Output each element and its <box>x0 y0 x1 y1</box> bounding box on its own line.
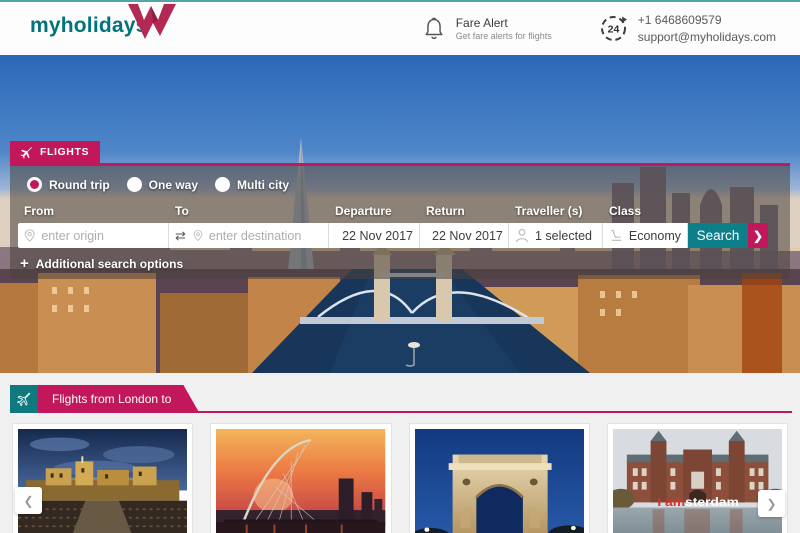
destinations-banner: Flights from London to <box>10 385 199 413</box>
travellers-label: Traveller (s) <box>515 204 583 218</box>
travellers-value: 1 selected <box>535 228 592 243</box>
search-chevron-button[interactable]: ❯ <box>748 223 768 248</box>
search-button[interactable]: Search <box>688 223 748 248</box>
carousel-prev-button[interactable]: ❮ <box>15 487 42 514</box>
destination-photo-dublin-bridge <box>216 429 386 533</box>
origin-input[interactable] <box>41 228 162 243</box>
departure-field[interactable]: 22 Nov 2017 <box>329 223 420 248</box>
destination-cards: I amsterdam <box>12 423 788 533</box>
search-panel: Round trip One way Multi city From To De… <box>10 163 790 279</box>
destination-photo-arch-of-triumph <box>414 429 584 533</box>
from-field[interactable] <box>18 223 169 248</box>
contact-info[interactable]: 24 +1 6468609579 support@myholidays.com <box>598 12 776 44</box>
radio-one-way-circle[interactable] <box>126 177 142 192</box>
hero-section: FLIGHTS Round trip One way Multi city Fr… <box>0 55 800 373</box>
radio-round-trip[interactable]: Round trip <box>27 177 110 192</box>
location-pin-icon <box>193 230 203 242</box>
to-field[interactable]: ⇄ <box>169 223 329 248</box>
flight-search-widget: FLIGHTS Round trip One way Multi city Fr… <box>10 141 790 279</box>
trip-type-row: Round trip One way Multi city <box>27 177 782 192</box>
header-right: Fare Alert Get fare alerts for flights 2… <box>421 12 784 44</box>
fare-alert[interactable]: Fare Alert Get fare alerts for flights <box>421 15 552 42</box>
i-amsterdam-sign: I amsterdam <box>657 495 739 509</box>
destinations-heading: Flights from London to <box>38 385 199 413</box>
logo-swoosh-icon <box>127 4 176 39</box>
contact-email[interactable]: support@myholidays.com <box>638 29 776 45</box>
hours-24-icon: 24 <box>600 16 627 41</box>
svg-text:24: 24 <box>607 24 619 36</box>
radio-round-trip-circle[interactable] <box>27 177 42 192</box>
destination-photo-edinburgh-castle <box>18 429 188 533</box>
traveller-icon <box>516 228 528 243</box>
return-field[interactable]: 22 Nov 2017 <box>420 223 509 248</box>
destination-input[interactable] <box>208 228 322 243</box>
destination-card-edinburgh[interactable] <box>12 423 194 533</box>
swap-origin-destination-icon[interactable]: ⇄ <box>175 228 186 244</box>
class-field[interactable]: Economy <box>603 223 688 248</box>
from-label: From <box>24 204 54 218</box>
fare-alert-subtitle: Get fare alerts for flights <box>455 31 552 41</box>
bell-icon <box>425 17 443 40</box>
header: myholidays Fare Alert Get fare alerts fo… <box>0 2 800 55</box>
travellers-field[interactable]: 1 selected <box>509 223 603 248</box>
seat-icon <box>611 229 622 241</box>
to-label: To <box>175 204 189 218</box>
destination-card-bucharest[interactable] <box>408 423 590 533</box>
radio-multi-city-circle[interactable] <box>215 177 231 192</box>
radio-one-way[interactable]: One way <box>126 177 198 192</box>
fare-alert-title: Fare Alert <box>455 16 508 30</box>
tab-flights[interactable]: FLIGHTS <box>10 141 100 163</box>
calendar-icon <box>335 235 337 236</box>
destination-card-dublin[interactable] <box>210 423 392 533</box>
return-date-value: 22 Nov 2017 <box>432 228 503 243</box>
tab-flights-label: FLIGHTS <box>40 146 90 158</box>
departure-label: Departure <box>335 204 392 218</box>
carousel-next-button[interactable]: ❯ <box>758 490 785 517</box>
location-pin-icon <box>24 229 35 242</box>
class-label: Class <box>609 204 642 218</box>
contact-phone[interactable]: +1 6468609579 <box>638 12 776 28</box>
search-input-bar: ⇄ <box>18 223 782 248</box>
plane-icon <box>20 146 32 159</box>
departure-date-value: 22 Nov 2017 <box>342 228 413 243</box>
destination-photo-rijksmuseum: I amsterdam <box>612 429 782 533</box>
plane-badge <box>10 385 38 413</box>
plane-icon <box>17 392 31 406</box>
destinations-banner-row: Flights from London to <box>10 385 792 413</box>
destinations-section: Flights from London to I amsterdam ❮ ❯ <box>0 373 800 533</box>
return-label: Return <box>426 204 465 218</box>
radio-multi-city[interactable]: Multi city <box>215 177 289 192</box>
logo[interactable]: myholidays <box>30 4 176 42</box>
additional-search-options[interactable]: + Additional search options <box>20 256 782 271</box>
field-labels-row: From To Departure Return Traveller (s) C… <box>18 204 782 218</box>
class-value: Economy <box>628 228 681 243</box>
plus-icon: + <box>20 255 29 272</box>
